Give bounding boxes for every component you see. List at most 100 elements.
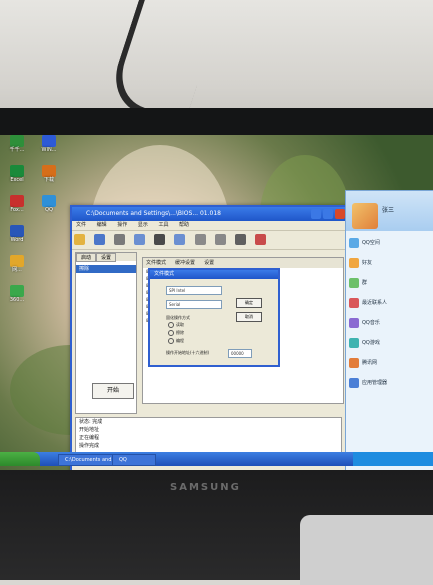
taskbar-task[interactable]: QQ: [112, 454, 156, 466]
dialog-title: 文件模式: [154, 271, 175, 277]
contact-icon: [349, 258, 359, 268]
app-icon: [10, 225, 24, 237]
contact-icon: [349, 278, 359, 288]
app-icon: [10, 285, 24, 297]
window-title: C:\Documents and Settings\...\BIOS... 01…: [86, 210, 221, 217]
app-icon: [10, 255, 24, 267]
maximize-button[interactable]: [323, 209, 333, 219]
contact-icon: [349, 358, 359, 368]
menu-item[interactable]: 编辑: [97, 222, 107, 228]
file-mode-dialog[interactable]: 文件模式 SPI Intel Serial 确定 取消 固化操作方式 读取 擦除…: [148, 268, 280, 367]
app-icon: [10, 165, 24, 177]
save-icon[interactable]: [94, 234, 106, 245]
lock-icon[interactable]: [214, 234, 226, 245]
radio-read[interactable]: 读取: [168, 322, 184, 328]
hex-view-tabs: 文件模式 缓冲设置 设置: [143, 258, 343, 268]
menu-item[interactable]: 显示: [138, 222, 148, 228]
chip-type-select[interactable]: SPI Intel: [166, 286, 222, 295]
app-icon: [42, 195, 56, 207]
list-item[interactable]: 好友: [349, 256, 429, 270]
contact-icon: [349, 378, 359, 388]
log-line: 状态: 完成: [79, 419, 103, 425]
qq-panel[interactable]: 张三 QQ空间 好友 群 最近联系人 QQ音乐 QQ游戏 腾讯网 应用管理器: [345, 190, 433, 472]
tab-settings[interactable]: 设置: [96, 253, 117, 262]
log-line: 开始地址: [79, 427, 100, 433]
radio-erase[interactable]: 擦除: [168, 330, 184, 336]
tab-options[interactable]: 设置: [204, 260, 214, 266]
settings-icon[interactable]: [234, 234, 246, 245]
list-item[interactable]: QQ空间: [349, 236, 429, 250]
tab-start[interactable]: 启动: [76, 253, 97, 262]
program-icon[interactable]: [174, 234, 186, 245]
desktop-icon[interactable]: WIN...: [40, 135, 58, 153]
list-item[interactable]: QQ音乐: [349, 316, 429, 330]
ok-button[interactable]: 确定: [236, 298, 262, 308]
desktop-icon[interactable]: Excel: [8, 165, 26, 183]
taskbar: C:\Documents and... QQ: [0, 452, 433, 466]
taskbar-task[interactable]: C:\Documents and...: [58, 454, 116, 466]
radio-program[interactable]: 编程: [168, 338, 184, 344]
list-item[interactable]: 群: [349, 276, 429, 290]
interface-select[interactable]: Serial: [166, 300, 222, 309]
app-icon: [10, 195, 24, 207]
contact-icon: [349, 338, 359, 348]
tab-file-mode[interactable]: 文件模式: [146, 260, 166, 266]
erase-icon[interactable]: [154, 234, 166, 245]
address-input[interactable]: 00000: [228, 349, 252, 358]
list-item[interactable]: QQ游戏: [349, 336, 429, 350]
chip-icon[interactable]: [114, 234, 126, 245]
tab-buffer[interactable]: 缓冲设置: [175, 260, 195, 266]
contact-icon: [349, 318, 359, 328]
read-icon[interactable]: [134, 234, 146, 245]
avatar[interactable]: [352, 203, 378, 229]
log-line: 正在编程: [79, 435, 100, 441]
radio-icon: [168, 338, 174, 344]
menu-item[interactable]: 文件: [76, 222, 86, 228]
group-label: 固化操作方式: [166, 315, 190, 320]
dialog-titlebar[interactable]: 文件模式: [150, 270, 278, 279]
desktop-icon[interactable]: Fox...: [8, 195, 26, 213]
open-icon[interactable]: [74, 234, 85, 245]
qq-header: 张三: [346, 191, 433, 231]
user-name: 张三: [382, 207, 395, 214]
start-menu-button[interactable]: [0, 452, 40, 466]
screen: 千千... WIN... Excel 下载 Fox... QQ Word 网..…: [0, 135, 433, 475]
stop-icon[interactable]: [254, 234, 266, 245]
radio-icon: [168, 330, 174, 336]
system-tray[interactable]: [353, 452, 433, 466]
desktop-icon[interactable]: 千千...: [8, 135, 26, 153]
menu-item[interactable]: 操作: [117, 222, 127, 228]
start-button-label: 开始: [106, 387, 119, 394]
radio-icon: [168, 322, 174, 328]
window-titlebar[interactable]: C:\Documents and Settings\...\BIOS... 01…: [72, 207, 347, 221]
list-item[interactable]: 应用管理器: [349, 376, 429, 390]
app-icon: [10, 135, 24, 147]
verify-icon[interactable]: [194, 234, 206, 245]
log-line: 操作完成: [79, 443, 100, 449]
list-item[interactable]: 腾讯网: [349, 356, 429, 370]
radio-label: 擦除: [176, 330, 184, 335]
desktop-icon[interactable]: 360...: [8, 285, 26, 303]
minimize-button[interactable]: [311, 209, 321, 219]
menu-bar: 文件 编辑 操作 显示 工具 帮助: [72, 221, 347, 230]
cup: [300, 515, 433, 585]
contact-icon: [349, 238, 359, 248]
menu-item[interactable]: 帮助: [179, 222, 189, 228]
address-label: 操作开始地址(十六进制): [166, 350, 210, 355]
selected-operation[interactable]: 擦除: [76, 265, 136, 273]
desktop-icon[interactable]: 下载: [40, 165, 58, 183]
start-button[interactable]: 开始: [92, 383, 134, 399]
desktop-icon[interactable]: QQ: [40, 195, 58, 213]
desktop-icon[interactable]: Word: [8, 225, 26, 243]
toolbar: [72, 230, 347, 250]
app-icon: [42, 135, 56, 147]
app-icon: [42, 165, 56, 177]
monitor-brand: SAMSUNG: [170, 482, 241, 493]
list-item[interactable]: 最近联系人: [349, 296, 429, 310]
cancel-button[interactable]: 取消: [236, 312, 262, 322]
desktop-icon[interactable]: 网...: [8, 255, 26, 273]
menu-item[interactable]: 工具: [158, 222, 168, 228]
radio-label: 读取: [176, 322, 184, 327]
close-button[interactable]: [335, 209, 345, 219]
pane-tabs: 启动 设置: [76, 253, 136, 262]
